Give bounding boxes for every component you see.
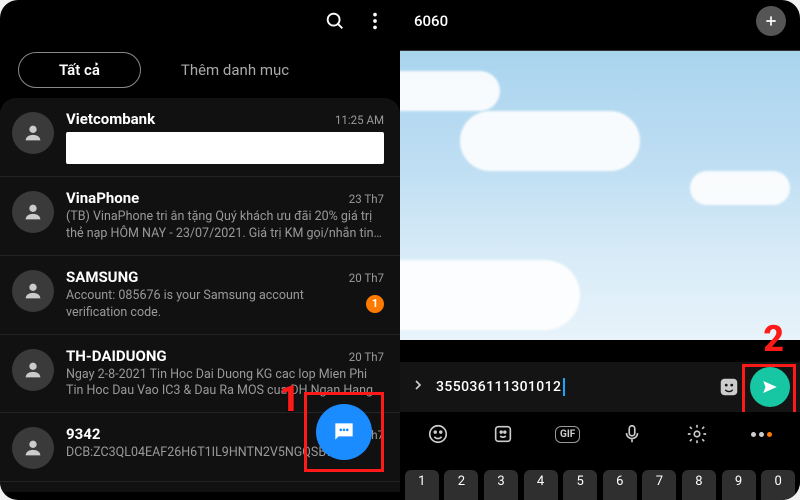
unread-badge: 1 bbox=[366, 295, 384, 313]
timestamp: 11:25 AM bbox=[335, 113, 384, 127]
messages-app: Tất cả Thêm danh mục Vietcombank 11:25 A… bbox=[0, 0, 400, 500]
message-preview: (TB) VinaPhone tri ân tặng Quý khách ưu … bbox=[66, 209, 384, 243]
key[interactable]: 7 bbox=[642, 470, 676, 500]
compose-screen: 6060 355036111301012 2 bbox=[400, 0, 800, 500]
annotation-number: 2 bbox=[763, 318, 784, 360]
list-item[interactable]: SAMSUNG 20 Th7 Account: 085676 is your S… bbox=[0, 255, 400, 334]
mic-icon[interactable] bbox=[614, 416, 650, 452]
avatar bbox=[12, 191, 54, 233]
more-icon[interactable] bbox=[364, 10, 386, 32]
message-input[interactable]: 355036111301012 bbox=[436, 378, 708, 396]
key[interactable]: 8 bbox=[682, 470, 716, 500]
keyboard-number-row: 1 2 3 4 5 6 7 8 9 0 bbox=[400, 456, 800, 500]
key[interactable]: 9 bbox=[722, 470, 756, 500]
sender-name: Vietcombank bbox=[66, 110, 155, 128]
tab-add-category[interactable]: Thêm danh mục bbox=[165, 53, 305, 87]
message-preview: Account: 085676 is your Samsung account … bbox=[66, 288, 354, 322]
key[interactable]: 0 bbox=[761, 470, 795, 500]
recipient-bar: 6060 bbox=[400, 0, 800, 42]
message-preview bbox=[66, 132, 384, 164]
key[interactable]: 6 bbox=[603, 470, 637, 500]
send-button[interactable] bbox=[750, 367, 790, 407]
recipient-field[interactable]: 6060 bbox=[414, 12, 448, 30]
timestamp: 23 Th7 bbox=[349, 192, 384, 206]
list-item[interactable]: Microsoft 14 Th7 bbox=[0, 481, 400, 492]
list-item[interactable]: TH-DAIDUONG 20 Th7 Ngay 2-8-2021 Tin Hoc… bbox=[0, 334, 400, 413]
timestamp: 20 Th7 bbox=[349, 350, 384, 364]
sticker-panel-icon[interactable] bbox=[485, 416, 521, 452]
list-item[interactable]: Vietcombank 11:25 AM bbox=[0, 98, 400, 176]
gif-icon[interactable]: GIF bbox=[550, 416, 586, 452]
sticker-icon[interactable] bbox=[718, 376, 740, 398]
tabs: Tất cả Thêm danh mục bbox=[0, 42, 400, 98]
sender-name: 9342 bbox=[66, 425, 100, 443]
message-preview: Ngay 2-8-2021 Tin Hoc Dai Duong KG cac l… bbox=[66, 367, 384, 401]
sender-name: SAMSUNG bbox=[66, 268, 138, 286]
emoji-icon[interactable] bbox=[420, 416, 456, 452]
key[interactable]: 4 bbox=[524, 470, 558, 500]
sender-name: VinaPhone bbox=[66, 189, 139, 207]
avatar bbox=[12, 427, 54, 469]
key[interactable]: 3 bbox=[484, 470, 518, 500]
list-item[interactable]: VinaPhone 23 Th7 (TB) VinaPhone tri ân t… bbox=[0, 176, 400, 255]
key[interactable]: 1 bbox=[405, 470, 439, 500]
sender-name: TH-DAIDUONG bbox=[66, 347, 167, 365]
message-input-value: 355036111301012 bbox=[436, 379, 561, 395]
settings-icon[interactable] bbox=[679, 416, 715, 452]
more-keyboard-icon[interactable] bbox=[744, 416, 780, 452]
tab-all[interactable]: Tất cả bbox=[18, 52, 141, 88]
avatar bbox=[12, 270, 54, 312]
compose-button[interactable] bbox=[316, 404, 372, 460]
top-bar bbox=[0, 0, 400, 42]
annotation-number: 1 bbox=[279, 378, 300, 420]
timestamp: 20 Th7 bbox=[349, 271, 384, 285]
key[interactable]: 2 bbox=[444, 470, 478, 500]
keyboard-toolbar: GIF bbox=[400, 412, 800, 456]
avatar bbox=[12, 349, 54, 391]
chat-background bbox=[400, 50, 800, 340]
key[interactable]: 5 bbox=[563, 470, 597, 500]
add-recipient-button[interactable] bbox=[756, 6, 786, 36]
message-input-row: 355036111301012 bbox=[400, 362, 800, 412]
expand-icon[interactable] bbox=[410, 377, 426, 397]
search-icon[interactable] bbox=[324, 10, 346, 32]
avatar bbox=[12, 112, 54, 154]
